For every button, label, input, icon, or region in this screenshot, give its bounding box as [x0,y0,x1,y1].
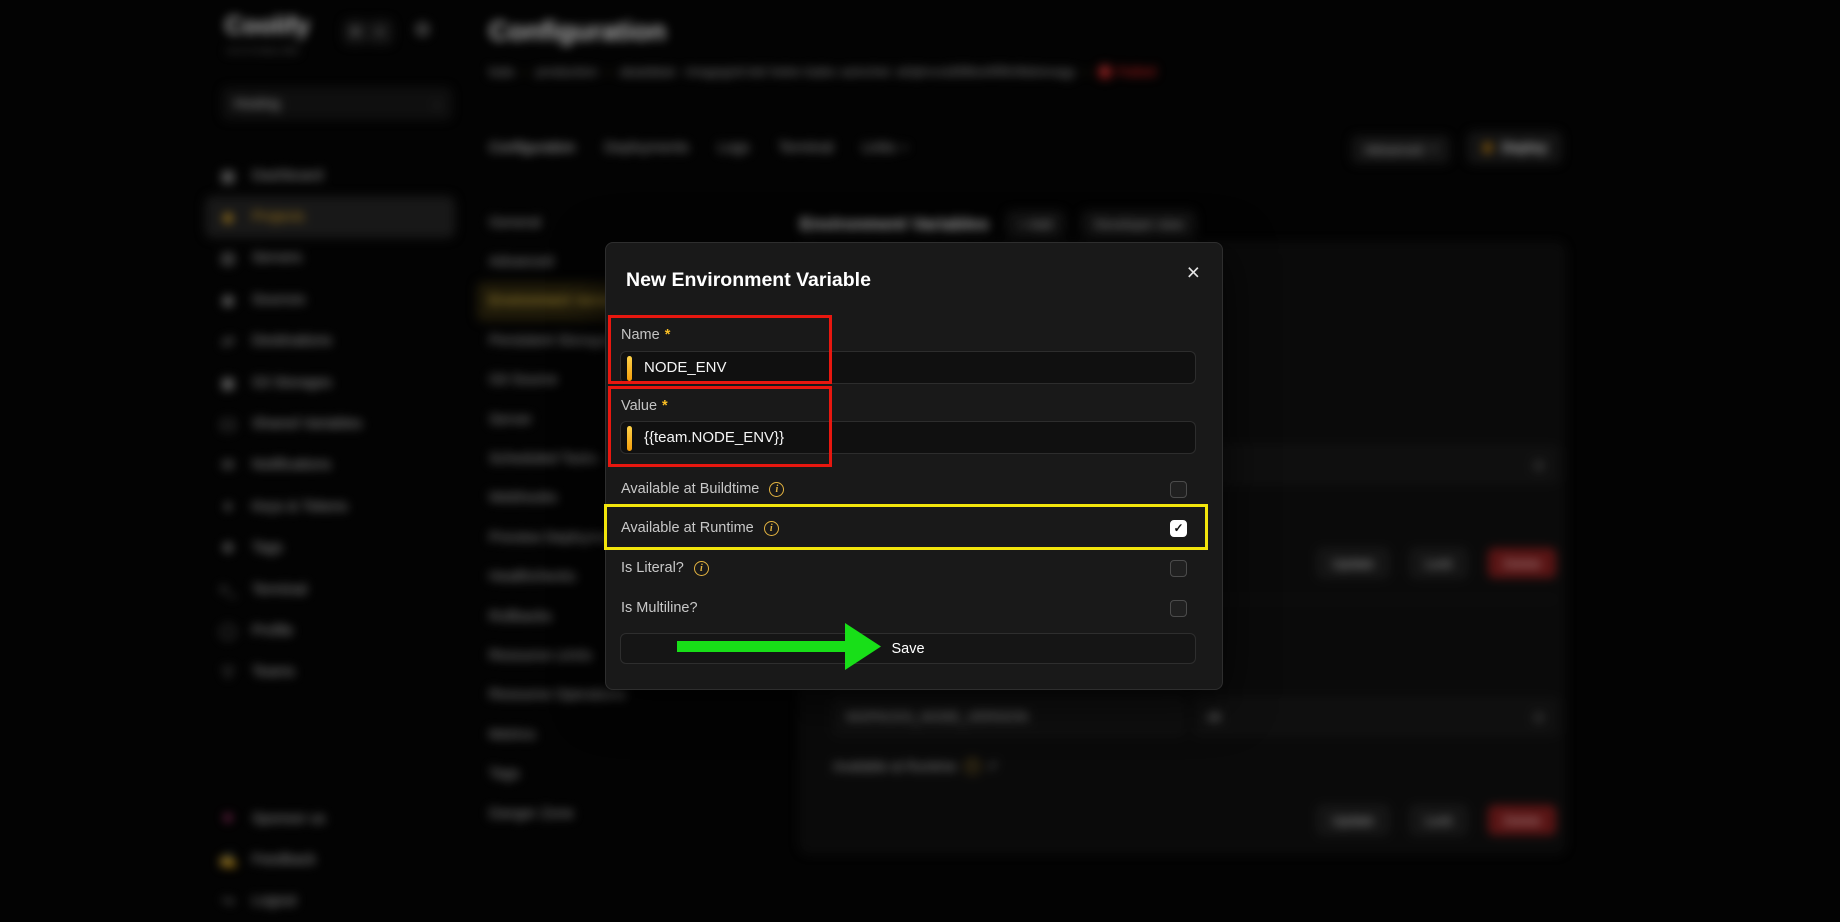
name-field[interactable]: NODE_ENV [620,351,1196,384]
modal-title: New Environment Variable [626,269,871,292]
buildtime-checkbox[interactable] [1170,481,1187,498]
value-field-value: {{team.NODE_ENV}} [644,429,784,446]
checkbox-label: Is Literal? [621,560,684,576]
multiline-row: Is Multiline? [621,598,1187,618]
field-label-text: Value [621,398,657,414]
buildtime-row: Available at Buildtime i [621,479,1187,499]
required-asterisk: * [662,398,668,414]
required-asterisk: * [665,327,671,343]
value-field-label: Value * [621,398,668,414]
checkbox-label: Available at Runtime [621,520,754,536]
field-label-text: Name [621,327,660,343]
literal-checkbox[interactable] [1170,560,1187,577]
info-icon[interactable]: i [694,561,709,576]
value-field[interactable]: {{team.NODE_ENV}} [620,421,1196,454]
checkbox-label: Is Multiline? [621,600,698,616]
name-field-label: Name * [621,327,670,343]
literal-row: Is Literal? i [621,558,1187,578]
save-button[interactable]: Save [620,633,1196,664]
input-accent-bar [627,426,632,451]
new-env-variable-modal: New Environment Variable × Name * NODE_EN… [605,242,1223,690]
close-icon[interactable]: × [1187,261,1200,284]
info-icon[interactable]: i [764,521,779,536]
runtime-checkbox[interactable]: ✓ [1170,520,1187,537]
info-icon[interactable]: i [769,482,784,497]
coolify-app: Coolify ⌘ K ⚙ v4.0.0-beta.360 Hosting ↕ … [0,0,1840,920]
name-field-value: NODE_ENV [644,359,727,376]
checkbox-label: Available at Buildtime [621,481,759,497]
multiline-checkbox[interactable] [1170,600,1187,617]
input-accent-bar [627,356,632,381]
runtime-row: Available at Runtime i ✓ [621,518,1187,538]
